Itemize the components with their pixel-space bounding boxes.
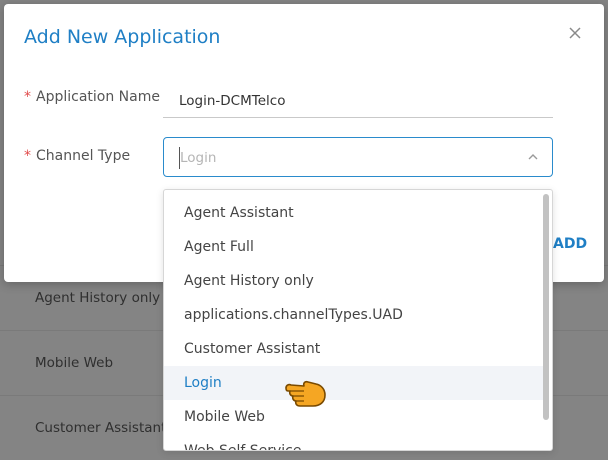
dropdown-option-login[interactable]: Login bbox=[164, 366, 546, 400]
channel-type-dropdown: Agent Assistant Agent Full Agent History… bbox=[163, 189, 553, 451]
dropdown-option[interactable]: Web Self Service bbox=[164, 434, 546, 450]
dropdown-option[interactable]: Agent History only bbox=[164, 264, 546, 298]
channel-type-label: * Channel Type bbox=[24, 148, 131, 164]
dropdown-scrollbar[interactable] bbox=[543, 194, 549, 420]
modal-title: Add New Application bbox=[24, 26, 221, 48]
application-name-input[interactable] bbox=[163, 84, 553, 118]
chevron-up-icon[interactable] bbox=[526, 150, 540, 164]
application-name-label: * Application Name bbox=[24, 89, 160, 105]
add-button[interactable]: ADD bbox=[553, 236, 587, 252]
channel-type-search-input[interactable] bbox=[179, 147, 502, 169]
dropdown-option[interactable]: applications.channelTypes.UAD bbox=[164, 298, 546, 332]
required-marker: * bbox=[24, 89, 31, 105]
pointer-hand-icon bbox=[285, 380, 326, 407]
dropdown-option[interactable]: Agent Full bbox=[164, 230, 546, 264]
required-marker: * bbox=[24, 148, 31, 164]
close-icon[interactable] bbox=[567, 26, 583, 42]
dropdown-option[interactable]: Mobile Web bbox=[164, 400, 546, 434]
channel-type-select[interactable] bbox=[163, 137, 553, 177]
dropdown-option[interactable]: Agent Assistant bbox=[164, 196, 546, 230]
dropdown-option[interactable]: Customer Assistant bbox=[164, 332, 546, 366]
